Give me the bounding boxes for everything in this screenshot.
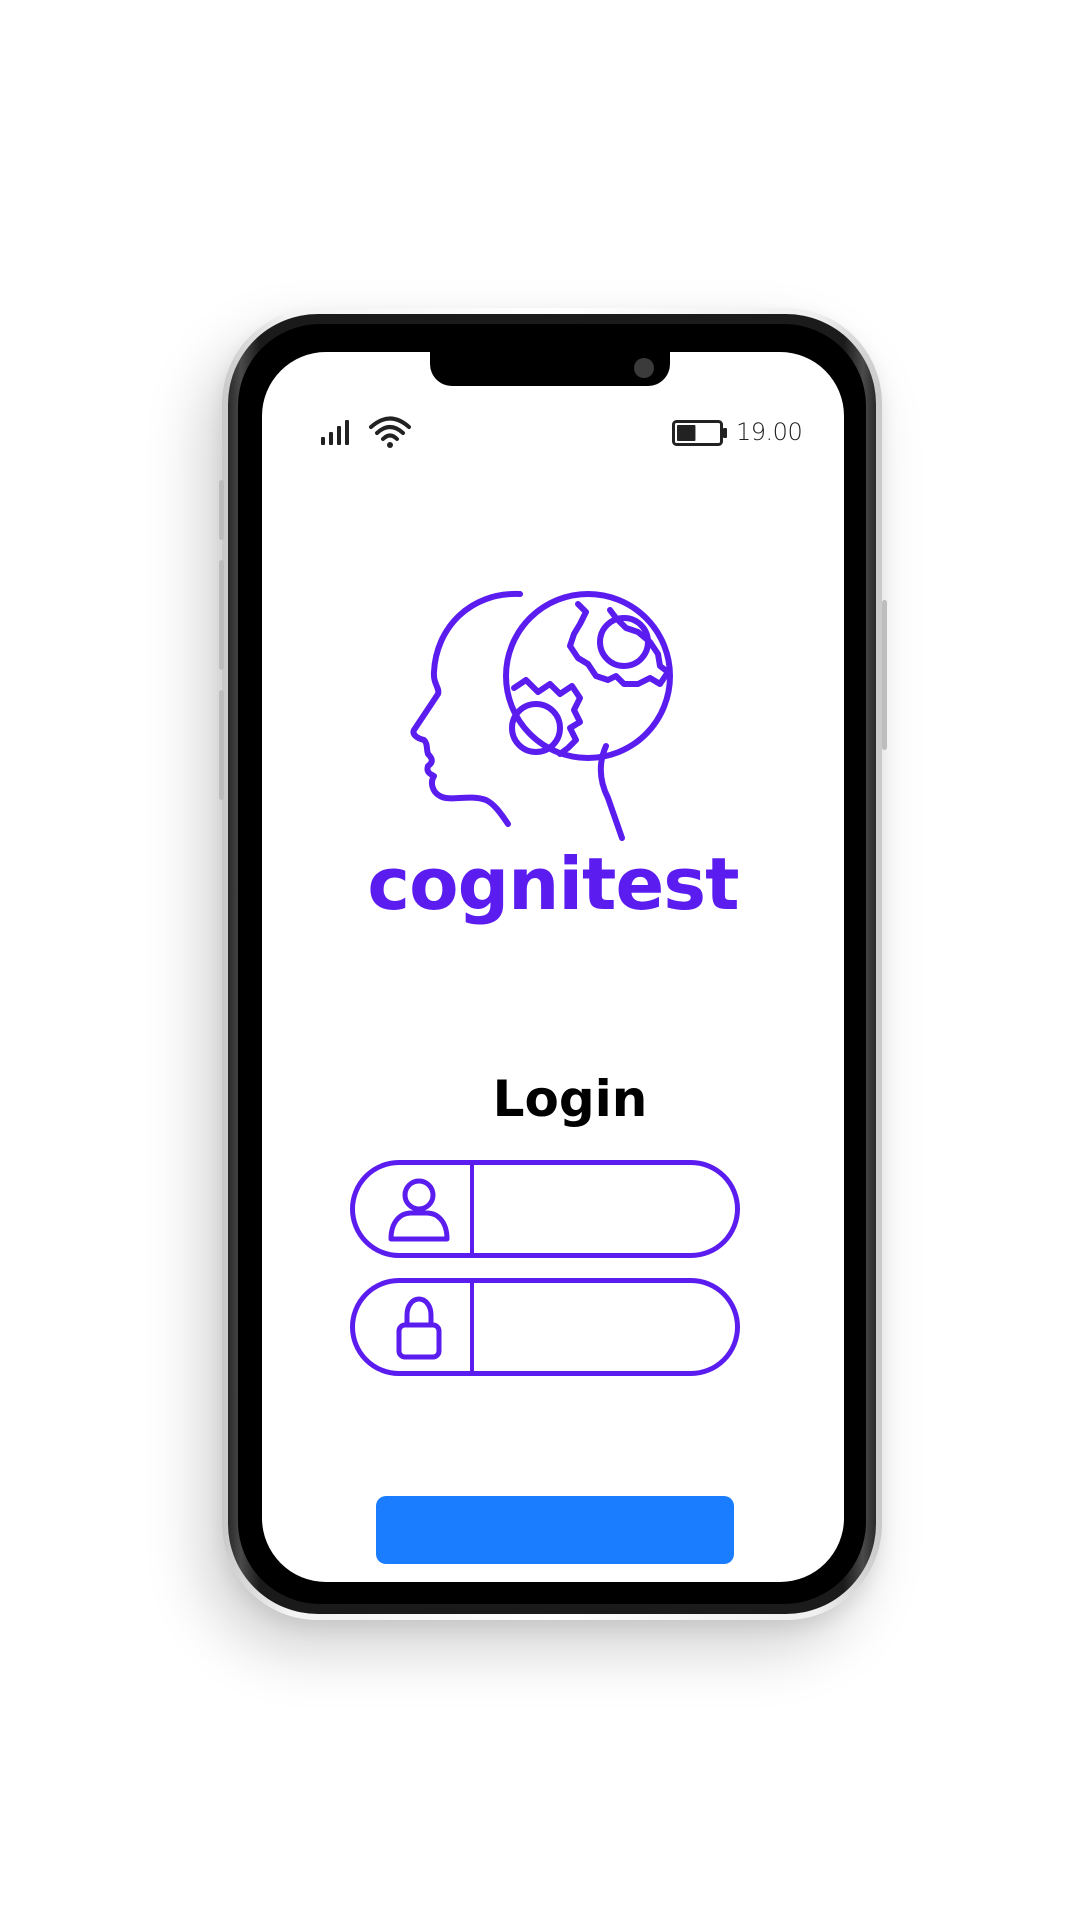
wifi-icon (369, 416, 411, 448)
battery-icon (672, 420, 727, 446)
password-field[interactable] (350, 1278, 740, 1376)
camera (634, 358, 654, 378)
side-button-left (219, 480, 224, 540)
field-divider (470, 1283, 474, 1371)
lock-icon (396, 1296, 442, 1360)
login-title: Login (492, 1070, 648, 1128)
side-button-right (882, 600, 887, 750)
username-input[interactable] (481, 1175, 715, 1245)
user-icon (388, 1178, 450, 1242)
brand-name: cognitest (367, 842, 739, 926)
side-button-left-2 (219, 560, 224, 670)
side-button-left-3 (219, 690, 224, 800)
app-screen: 19.00 cognitest Login (262, 352, 844, 1582)
password-input[interactable] (481, 1293, 715, 1363)
status-bar: 19.00 (262, 412, 844, 452)
login-button[interactable] (376, 1496, 734, 1564)
status-time: 19.00 (736, 418, 803, 446)
username-field[interactable] (350, 1160, 740, 1258)
field-divider (470, 1165, 474, 1253)
head-gears-icon (410, 590, 673, 841)
signal-bars-icon (321, 420, 349, 445)
